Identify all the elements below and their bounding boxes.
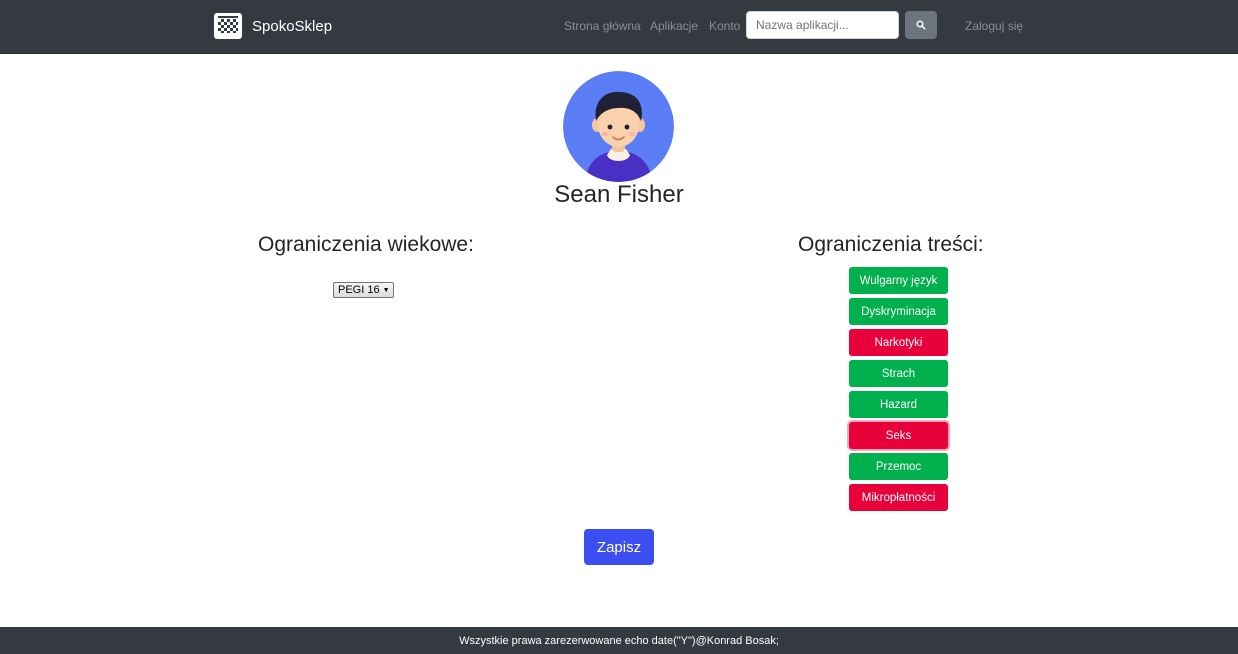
age-rating-value: PEGI 16 [338,284,380,296]
user-avatar-icon [563,71,674,182]
restriction-toggle-microtransactions[interactable]: Mikropłatności [849,484,948,511]
nav-link-apps[interactable]: Aplikacje [650,19,698,33]
search-input[interactable] [746,11,899,39]
app-store-logo-icon [214,13,242,39]
brand-link[interactable]: SpokoSklep [214,12,332,40]
footer-text: Wszystkie prawa zarezerwowane echo date(… [459,634,779,647]
restriction-toggle-profanity[interactable]: Wulgarny język [849,267,948,294]
save-button[interactable]: Zapisz [584,529,654,565]
restriction-toggle-gambling[interactable]: Hazard [849,391,948,418]
nav-link-home[interactable]: Strona główna [564,19,641,33]
avatar [563,71,674,182]
age-restrictions-title: Ograniczenia wiekowe: [258,233,474,256]
search-button[interactable] [905,11,937,39]
content-restrictions-title: Ograniczenia treści: [798,233,984,256]
age-rating-select[interactable]: PEGI 16 ▼ [333,282,394,298]
restriction-toggle-discrimination[interactable]: Dyskryminacja [849,298,948,325]
search-icon [916,20,926,30]
restriction-toggle-violence[interactable]: Przemoc [849,453,948,480]
chevron-down-icon: ▼ [382,286,390,294]
user-name: Sean Fisher [554,181,684,208]
brand-name: SpokoSklep [252,17,333,35]
restriction-toggle-drugs[interactable]: Narkotyki [849,329,948,356]
restriction-toggle-sex[interactable]: Seks [849,422,948,449]
nav-link-account[interactable]: Konto [709,19,740,33]
login-link[interactable]: Zaloguj się [965,19,1023,33]
footer: Wszystkie prawa zarezerwowane echo date(… [0,627,1238,654]
navbar: SpokoSklep Strona główna Aplikacje Konto… [0,0,1238,54]
restriction-toggle-fear[interactable]: Strach [849,360,948,387]
